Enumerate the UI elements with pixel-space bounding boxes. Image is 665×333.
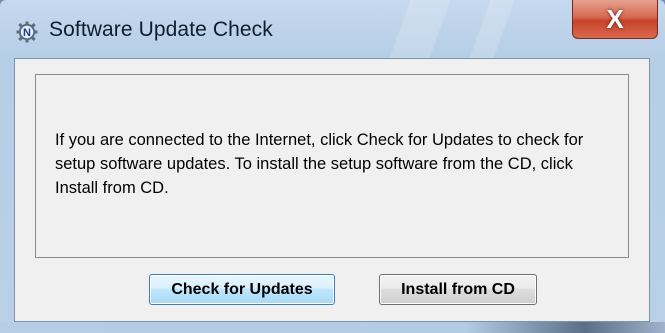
dialog-client-area: If you are connected to the Internet, cl… xyxy=(14,58,650,322)
message-group-box: If you are connected to the Internet, cl… xyxy=(35,74,629,258)
check-for-updates-button[interactable]: Check for Updates xyxy=(149,274,335,305)
close-button[interactable]: X xyxy=(572,0,658,39)
window-bottom-border xyxy=(0,322,665,333)
window-title: Software Update Check xyxy=(49,18,273,41)
app-gear-icon: N xyxy=(16,21,38,43)
software-update-dialog: N Software Update Check X If you are con… xyxy=(0,0,665,333)
message-text: If you are connected to the Internet, cl… xyxy=(55,131,584,197)
close-icon: X xyxy=(606,3,624,34)
check-for-updates-label: Check for Updates xyxy=(171,280,313,298)
title-bar[interactable]: N Software Update Check X xyxy=(0,0,665,58)
install-from-cd-label: Install from CD xyxy=(401,280,515,298)
install-from-cd-button[interactable]: Install from CD xyxy=(379,274,537,305)
svg-text:N: N xyxy=(23,27,31,39)
